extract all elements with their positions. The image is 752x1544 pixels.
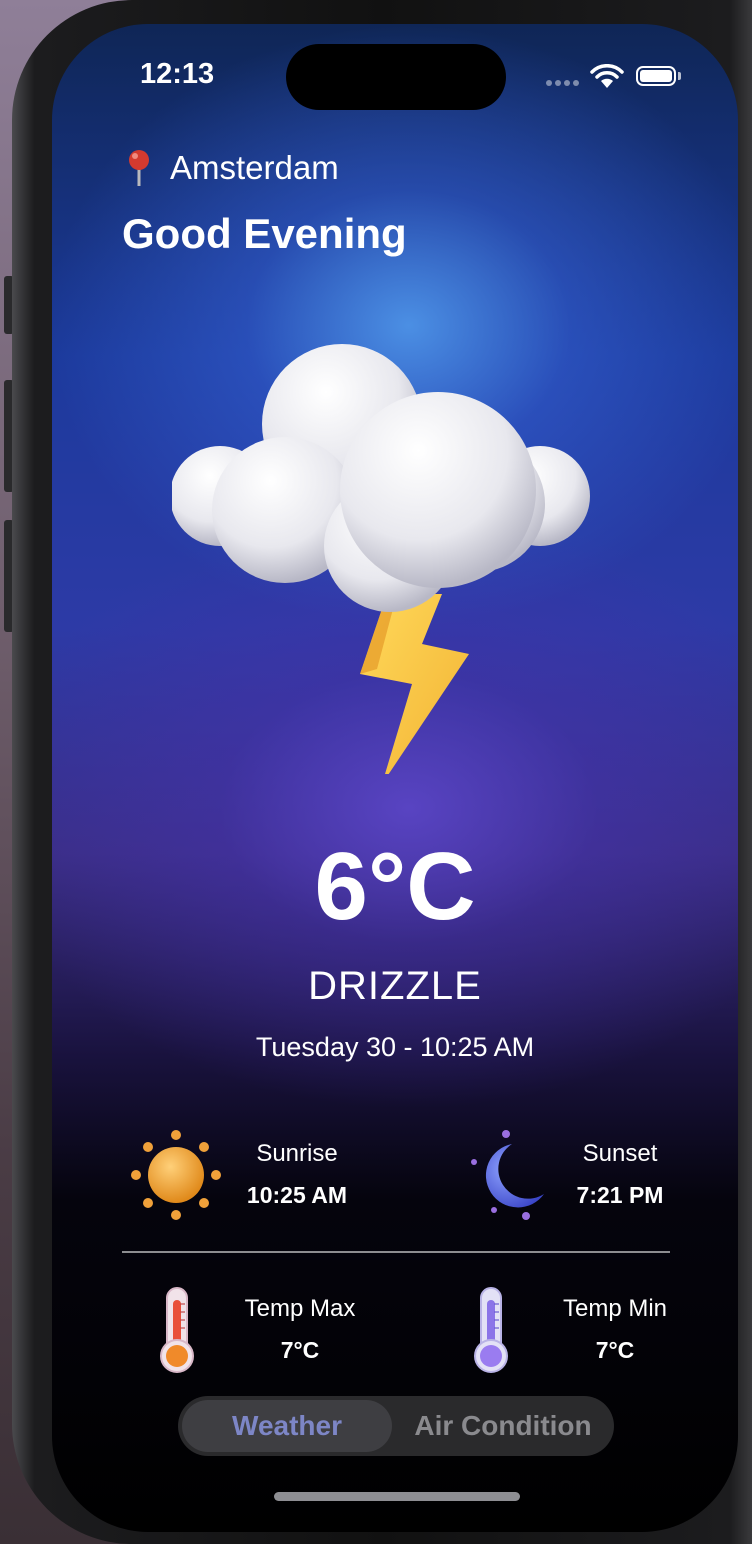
date-time: Tuesday 30 - 10:25 AM bbox=[255, 1032, 535, 1062]
temp-max-label: Temp Max bbox=[244, 1295, 356, 1322]
location-row[interactable]: Amsterdam bbox=[122, 148, 339, 188]
cellular-signal-icon bbox=[546, 80, 579, 86]
thunderstorm-cloud-icon bbox=[172, 344, 590, 774]
map-pin-icon bbox=[129, 150, 149, 186]
battery-icon bbox=[636, 66, 676, 86]
moon-icon bbox=[471, 1130, 544, 1220]
segmented-control: Weather Air Condition bbox=[178, 1396, 614, 1456]
temp-min-stat: Temp Min 7°C bbox=[550, 1295, 680, 1364]
battery-cap bbox=[678, 72, 681, 80]
weather-condition: DRIZZLE bbox=[308, 964, 482, 1008]
sunrise-label: Sunrise bbox=[256, 1140, 338, 1167]
phone-frame: 12:13 Amsterdam Good Evening 6°C DRIZZLE… bbox=[12, 0, 752, 1544]
sunrise-value: 10:25 AM bbox=[246, 1182, 348, 1208]
wifi-icon bbox=[590, 64, 624, 88]
temperature: 6°C bbox=[314, 833, 476, 940]
sun-icon bbox=[131, 1130, 221, 1220]
sunset-stat: Sunset 7:21 PM bbox=[558, 1140, 682, 1209]
app-screen: 12:13 Amsterdam Good Evening 6°C DRIZZLE… bbox=[52, 24, 738, 1532]
sunset-value: 7:21 PM bbox=[576, 1182, 664, 1208]
greeting-title: Good Evening bbox=[122, 210, 407, 257]
status-time: 12:13 bbox=[140, 58, 215, 90]
stats-divider bbox=[122, 1251, 670, 1253]
thermometer-cold-icon bbox=[474, 1287, 508, 1373]
sunset-label: Sunset bbox=[582, 1140, 658, 1167]
temp-min-value: 7°C bbox=[595, 1337, 635, 1363]
home-indicator[interactable] bbox=[274, 1492, 520, 1501]
dynamic-island bbox=[286, 44, 506, 110]
sunrise-stat: Sunrise 10:25 AM bbox=[232, 1140, 362, 1209]
location-city: Amsterdam bbox=[170, 149, 339, 186]
tab-weather[interactable]: Weather bbox=[182, 1400, 392, 1452]
temp-min-label: Temp Min bbox=[562, 1295, 668, 1322]
tab-air-condition[interactable]: Air Condition bbox=[396, 1400, 610, 1452]
temp-max-value: 7°C bbox=[280, 1337, 320, 1363]
temp-max-stat: Temp Max 7°C bbox=[236, 1295, 364, 1364]
thermometer-hot-icon bbox=[160, 1287, 194, 1373]
